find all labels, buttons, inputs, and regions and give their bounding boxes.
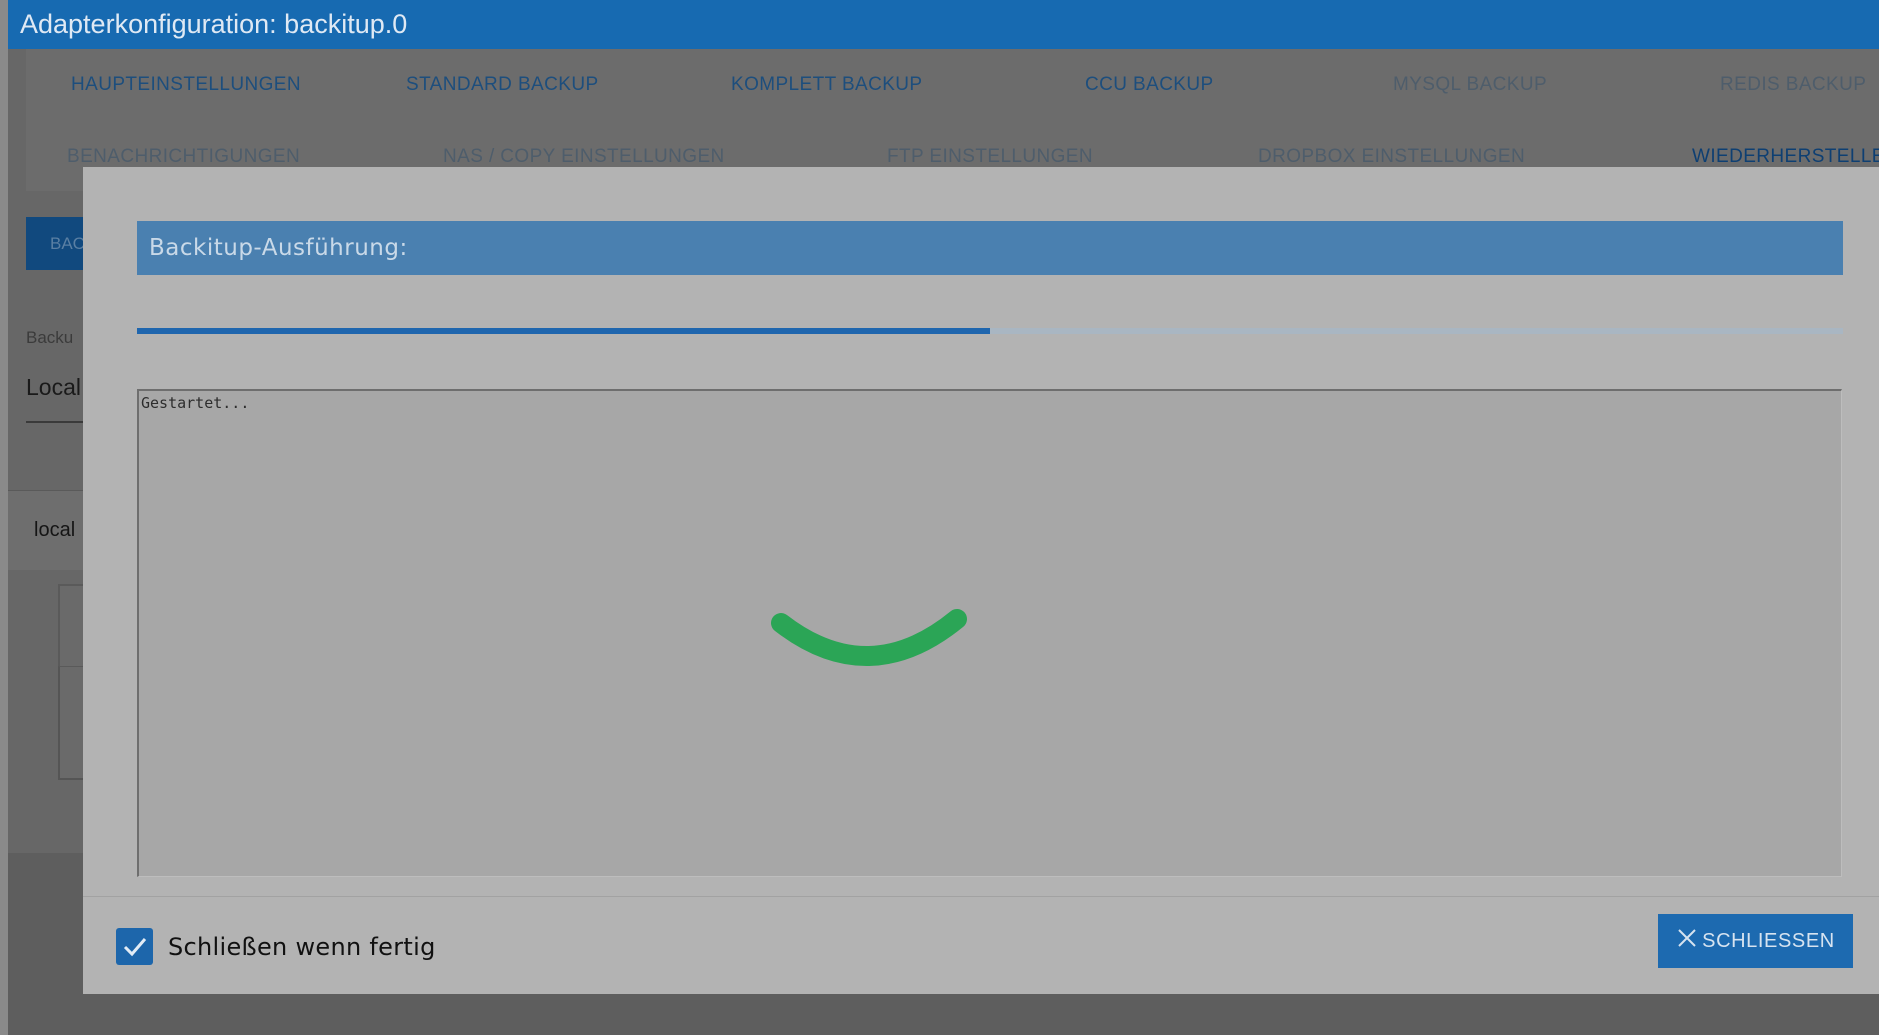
close-when-done-label[interactable]: Schließen wenn fertig bbox=[168, 933, 436, 961]
close-when-done-checkbox[interactable] bbox=[116, 928, 153, 965]
check-icon bbox=[123, 938, 147, 957]
tab-redis-backup[interactable]: REDIS BACKUP bbox=[1720, 74, 1866, 96]
close-icon bbox=[1678, 929, 1696, 947]
progress-bar-fill bbox=[137, 328, 990, 334]
tab-wiederherstellen[interactable]: WIEDERHERSTELLE bbox=[1692, 146, 1879, 168]
tab-haupteinstellungen[interactable]: HAUPTEINSTELLUNGEN bbox=[71, 74, 301, 96]
window-edge bbox=[0, 0, 8, 1035]
tab-ftp-einstellungen[interactable]: FTP EINSTELLUNGEN bbox=[887, 146, 1093, 168]
tab-standard-backup[interactable]: STANDARD BACKUP bbox=[406, 74, 599, 96]
background-field-value[interactable]: Local bbox=[26, 374, 81, 401]
log-line: Gestartet... bbox=[141, 394, 250, 412]
close-button[interactable]: SCHLIESSEN bbox=[1658, 914, 1853, 968]
backup-execution-dialog: Backitup-Ausführung: Gestartet... Schlie… bbox=[83, 167, 1879, 994]
background-field-label: Backu bbox=[26, 328, 74, 347]
tab-komplett-backup[interactable]: KOMPLETT BACKUP bbox=[731, 74, 922, 96]
tab-dropbox-einstellungen[interactable]: DROPBOX EINSTELLUNGEN bbox=[1258, 146, 1525, 168]
close-button-label: SCHLIESSEN bbox=[1702, 929, 1835, 952]
tab-ccu-backup[interactable]: CCU BACKUP bbox=[1085, 74, 1214, 96]
dialog-title: Backitup-Ausführung: bbox=[137, 221, 1843, 275]
tab-benachrichtigungen[interactable]: BENACHRICHTIGUNGEN bbox=[67, 146, 300, 168]
loading-spinner-icon bbox=[771, 609, 967, 666]
progress-bar bbox=[137, 328, 1843, 334]
tab-nas-copy-einstellungen[interactable]: NAS / COPY EINSTELLUNGEN bbox=[443, 146, 725, 168]
field-underline bbox=[26, 421, 86, 423]
tab-mysql-backup[interactable]: MYSQL BACKUP bbox=[1393, 74, 1547, 96]
background-list-item: local bbox=[34, 519, 76, 541]
dialog-footer-divider bbox=[83, 896, 1879, 897]
window-title: Adapterkonfiguration: backitup.0 bbox=[8, 0, 1879, 49]
log-output[interactable]: Gestartet... bbox=[137, 389, 1842, 877]
